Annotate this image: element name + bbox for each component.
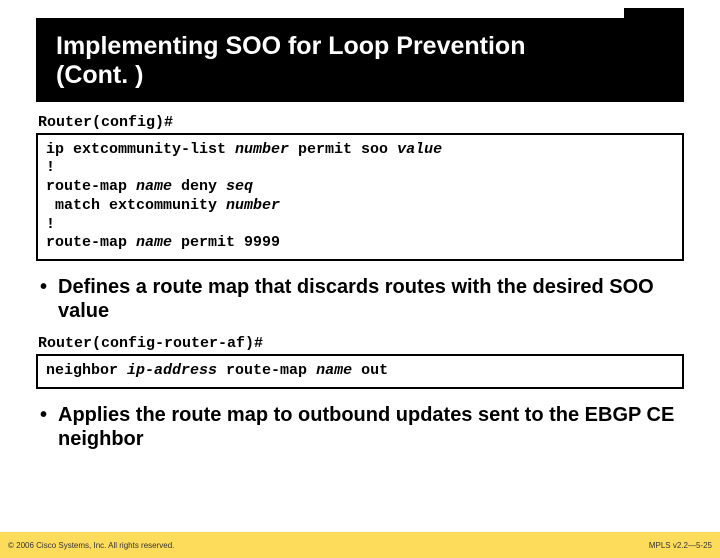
code-text: ip extcommunity-list [46, 141, 235, 158]
bullet-1: Defines a route map that discards routes… [58, 275, 680, 323]
slide-content: Router(config)# ip extcommunity-list num… [36, 114, 684, 451]
slide-number: MPLS v2.2—5-25 [649, 541, 712, 550]
title-line-2: (Cont. ) [56, 61, 143, 89]
code-var: ip-address [127, 362, 217, 379]
title-notch [624, 8, 684, 18]
code-var: value [397, 141, 442, 158]
code-var: name [136, 178, 172, 195]
bullet-2: Applies the route map to outbound update… [58, 403, 680, 451]
code-var: number [226, 197, 280, 214]
code-text: neighbor [46, 362, 127, 379]
title-line-1: Implementing SOO for Loop Prevention [56, 32, 525, 60]
code-block-1: ip extcommunity-list number permit soo v… [36, 133, 684, 262]
code-var: name [316, 362, 352, 379]
copyright-text: © 2006 Cisco Systems, Inc. All rights re… [8, 541, 174, 550]
slide-title: Implementing SOO for Loop Prevention (Co… [56, 32, 664, 90]
slide-title-bar: Implementing SOO for Loop Prevention (Co… [36, 18, 684, 102]
code-text: route-map [46, 234, 136, 251]
code-text: route-map [46, 178, 136, 195]
code-var: seq [226, 178, 253, 195]
code-text: route-map [217, 362, 316, 379]
code-block-2: neighbor ip-address route-map name out [36, 354, 684, 389]
code-text: permit soo [289, 141, 397, 158]
code-var: number [235, 141, 289, 158]
slide-footer: © 2006 Cisco Systems, Inc. All rights re… [0, 532, 720, 558]
code-text: deny [172, 178, 226, 195]
code-text: permit 9999 [172, 234, 280, 251]
code-text: match extcommunity [46, 197, 226, 214]
code-text: ! [46, 216, 55, 233]
code-text: ! [46, 159, 55, 176]
code-text: out [352, 362, 388, 379]
code-var: name [136, 234, 172, 251]
config-prompt-1: Router(config)# [38, 114, 684, 131]
config-prompt-2: Router(config-router-af)# [38, 335, 684, 352]
